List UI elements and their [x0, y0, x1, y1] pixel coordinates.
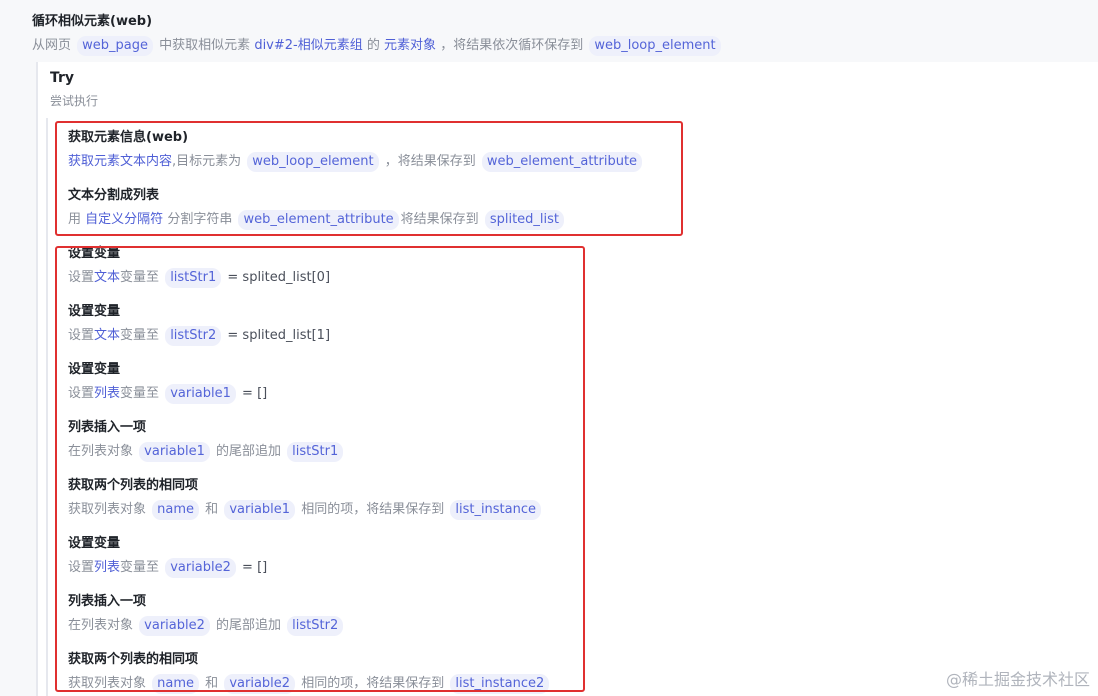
- watermark: @稀土掘金技术社区: [945, 670, 1090, 689]
- loop-desc-text: 中获取相似元素: [159, 38, 251, 53]
- element-object-keyword[interactable]: 元素对象: [384, 38, 436, 53]
- var-web-page[interactable]: web_page: [77, 36, 154, 56]
- highlight-box-top: [55, 121, 683, 236]
- try-title: Try: [50, 70, 75, 86]
- loop-desc-text: ，将结果依次循环保存到: [440, 38, 584, 53]
- try-body-line: [46, 118, 48, 696]
- try-block[interactable]: Try 尝试执行: [50, 70, 98, 109]
- selector-keyword[interactable]: div#2-相似元素组: [254, 38, 362, 53]
- loop-title: 循环相似元素(web): [32, 14, 153, 29]
- highlight-box-bottom: [55, 246, 585, 692]
- var-web-loop-element[interactable]: web_loop_element: [589, 36, 721, 56]
- loop-desc: 从网页 web_page 中获取相似元素 div#2-相似元素组 的 元素对象 …: [32, 35, 723, 57]
- loop-desc-text: 从网页: [32, 38, 72, 53]
- try-subtitle: 尝试执行: [50, 94, 99, 108]
- loop-desc-text: 的: [366, 38, 380, 53]
- loop-block[interactable]: 循环相似元素(web) 从网页 web_page 中获取相似元素 div#2-相…: [32, 12, 723, 57]
